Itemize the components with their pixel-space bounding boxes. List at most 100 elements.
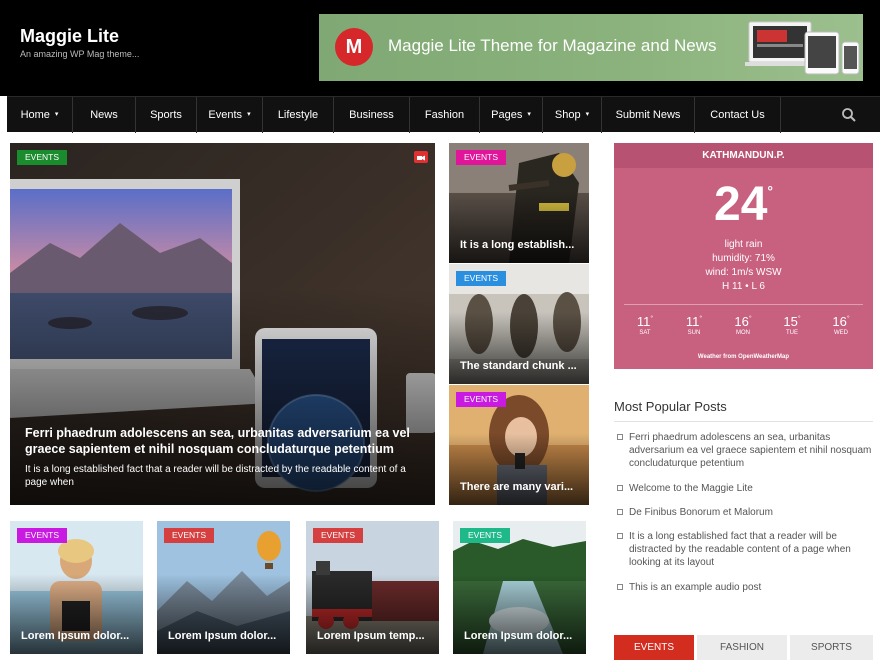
popular-posts-heading: Most Popular Posts: [614, 399, 727, 414]
category-tag[interactable]: EVENTS: [456, 150, 507, 165]
devices-mockup-icon: [745, 21, 860, 75]
nav-item-label: Pages: [491, 109, 523, 121]
popular-post-title[interactable]: Ferri phaedrum adolescens an sea, urbani…: [629, 432, 871, 469]
image-overlay: [306, 574, 439, 654]
nav-item-label: Sports: [150, 109, 182, 121]
bottom-post-card[interactable]: EVENTS Lorem Ipsum dolor...: [157, 521, 290, 654]
popular-post-item[interactable]: De Finibus Bonorum et Malorum: [614, 506, 873, 519]
site-header: Maggie Lite An amazing WP Mag theme... M…: [0, 0, 880, 96]
weather-humidity: humidity: 71%: [712, 253, 775, 264]
side-post-card[interactable]: EVENTS The standard chunk ...: [449, 264, 589, 384]
maggie-logo-icon: M: [335, 28, 373, 66]
weather-city: KATHMANDUN.P.: [614, 143, 873, 168]
bottom-post-card[interactable]: EVENTS Lorem Ipsum dolor...: [10, 521, 143, 654]
forecast-temp: 15: [783, 314, 798, 329]
post-title[interactable]: It is a long establish...: [460, 239, 581, 251]
post-title[interactable]: Lorem Ipsum dolor...: [21, 630, 135, 642]
nav-item-shop[interactable]: Shop ▾: [543, 97, 602, 133]
weather-credit[interactable]: Weather from OpenWeatherMap: [614, 354, 873, 360]
nav-item-business[interactable]: Business: [334, 97, 410, 133]
forecast-temp: 16: [832, 314, 847, 329]
weather-high-low: H 11 • L 6: [722, 281, 765, 292]
weather-divider: [624, 304, 863, 305]
forecast-day-label: WED: [834, 330, 848, 336]
bullet-square-icon: [617, 533, 623, 539]
forecast-day: 16° WED: [821, 314, 861, 336]
post-title[interactable]: The standard chunk ...: [460, 360, 581, 372]
bottom-post-card[interactable]: EVENTS Lorem Ipsum dolor...: [453, 521, 586, 654]
tab-events[interactable]: EVENTS: [614, 635, 694, 660]
nav-item-news[interactable]: News: [73, 97, 136, 133]
nav-item-label: Home: [20, 109, 50, 121]
search-icon[interactable]: [841, 107, 857, 123]
category-tag[interactable]: EVENTS: [164, 528, 215, 543]
nav-item-label: Fashion: [424, 109, 465, 121]
side-post-card[interactable]: EVENTS It is a long establish...: [449, 143, 589, 263]
degree-symbol: °: [748, 315, 752, 323]
degree-symbol: °: [846, 315, 850, 323]
weather-wind: wind: 1m/s WSW: [705, 267, 782, 278]
nav-item-home[interactable]: Home ▾: [7, 97, 73, 133]
category-tag[interactable]: EVENTS: [456, 392, 507, 407]
forecast-day: 11° SUN: [674, 314, 714, 336]
popular-post-item[interactable]: This is an example audio post: [614, 581, 873, 594]
popular-post-title[interactable]: De Finibus Bonorum et Malorum: [629, 507, 773, 518]
bottom-post-card[interactable]: EVENTS Lorem Ipsum temp...: [306, 521, 439, 654]
forecast-temp: 11: [685, 314, 700, 329]
weather-temp-value: 24: [714, 178, 768, 231]
side-post-card[interactable]: EVENTS There are many vari...: [449, 385, 589, 505]
popular-post-title[interactable]: It is a long established fact that a rea…: [629, 531, 851, 568]
chevron-down-icon: ▾: [54, 111, 59, 119]
bullet-square-icon: [617, 485, 623, 491]
image-overlay: [157, 574, 290, 654]
weather-temperature: 24°: [614, 177, 873, 232]
category-tag[interactable]: EVENTS: [313, 528, 364, 543]
tab-fashion[interactable]: FASHION: [697, 635, 787, 660]
hero-post-excerpt: It is a long established fact that a rea…: [25, 464, 406, 488]
popular-post-item[interactable]: It is a long established fact that a rea…: [614, 530, 873, 569]
forecast-temp: 16: [734, 314, 749, 329]
header-banner-ad[interactable]: M Maggie Lite Theme for Magazine and New…: [319, 14, 863, 81]
nav-item-lifestyle[interactable]: Lifestyle: [263, 97, 334, 133]
bullet-square-icon: [617, 434, 623, 440]
category-tag[interactable]: EVENTS: [456, 271, 507, 286]
post-title[interactable]: There are many vari...: [460, 481, 581, 493]
nav-item-label: Events: [208, 109, 243, 121]
nav-item-submit-news[interactable]: Submit News: [602, 97, 695, 133]
post-title[interactable]: Lorem Ipsum dolor...: [168, 630, 282, 642]
forecast-temp: 11: [636, 314, 651, 329]
category-tag[interactable]: EVENTS: [17, 150, 68, 165]
nav-item-contact-us[interactable]: Contact Us: [695, 97, 781, 133]
popular-post-item[interactable]: Ferri phaedrum adolescens an sea, urbani…: [614, 431, 873, 470]
site-title[interactable]: Maggie Lite: [20, 26, 119, 47]
weather-condition: light rain: [724, 239, 763, 250]
degree-symbol: °: [699, 315, 703, 323]
divider: [614, 421, 873, 422]
bullet-square-icon: [617, 509, 623, 515]
video-camera-icon: [414, 151, 428, 163]
image-overlay: [449, 191, 589, 263]
weather-widget: KATHMANDUN.P. 24° light rain humidity: 7…: [614, 143, 873, 369]
forecast-day: 16° MON: [723, 314, 763, 336]
image-overlay: [449, 312, 589, 384]
forecast-day: 15° TUE: [772, 314, 812, 336]
nav-item-pages[interactable]: Pages ▾: [480, 97, 543, 133]
image-overlay: [453, 574, 586, 654]
category-tag[interactable]: EVENTS: [460, 528, 511, 543]
nav-item-events[interactable]: Events ▾: [197, 97, 263, 133]
hero-post-title[interactable]: Ferri phaedrum adolescens an sea, urbani…: [25, 425, 425, 457]
popular-post-item[interactable]: Welcome to the Maggie Lite: [614, 482, 873, 495]
forecast-day: 11° SAT: [625, 314, 665, 336]
popular-post-title[interactable]: Welcome to the Maggie Lite: [629, 483, 753, 494]
category-tag[interactable]: EVENTS: [17, 528, 68, 543]
forecast-day-label: SUN: [687, 330, 701, 336]
image-overlay: [10, 574, 143, 654]
chevron-down-icon: ▾: [527, 111, 531, 119]
post-title[interactable]: Lorem Ipsum dolor...: [464, 630, 578, 642]
nav-item-fashion[interactable]: Fashion: [410, 97, 480, 133]
post-title[interactable]: Lorem Ipsum temp...: [317, 630, 431, 642]
hero-post-card[interactable]: EVENTS Ferri phaedrum adolescens an sea,…: [10, 143, 435, 505]
tab-sports[interactable]: SPORTS: [790, 635, 873, 660]
nav-item-sports[interactable]: Sports: [136, 97, 197, 133]
popular-post-title[interactable]: This is an example audio post: [629, 582, 761, 593]
